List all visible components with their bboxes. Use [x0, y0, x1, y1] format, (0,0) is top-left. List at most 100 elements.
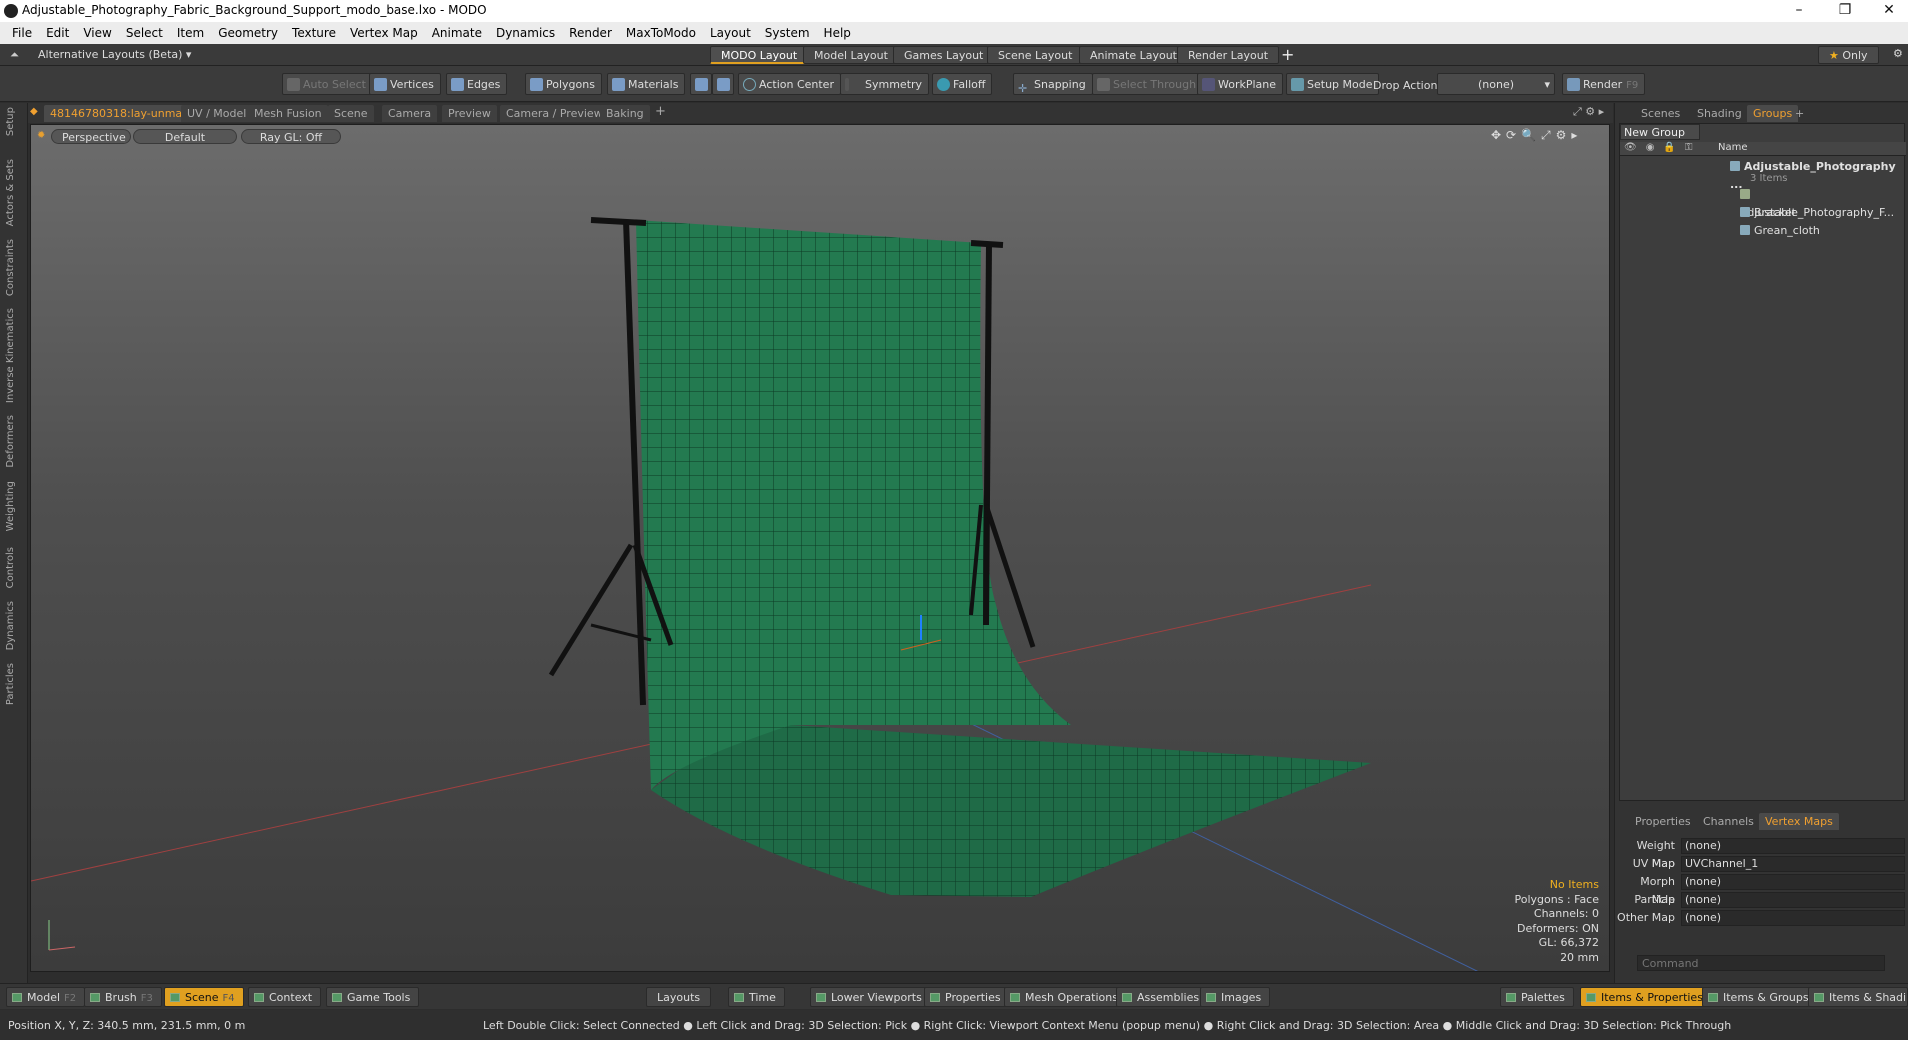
workplane-button[interactable]: WorkPlane	[1197, 73, 1284, 95]
menu-help[interactable]: Help	[817, 22, 858, 44]
maximize-viewport-icon[interactable]: ⤢ ⚙ ▸	[1573, 105, 1604, 119]
add-layout-icon[interactable]: +	[1281, 45, 1294, 64]
side-tab-actors-sets[interactable]: Actors & Sets	[5, 159, 16, 226]
auto-select-button[interactable]: Auto Select	[282, 73, 373, 95]
select-through-button[interactable]: Select Through	[1092, 73, 1204, 95]
side-tab-constraints[interactable]: Constraints	[5, 239, 16, 296]
snapping-button[interactable]: ✛ Snapping	[1013, 73, 1093, 95]
menu-system[interactable]: System	[758, 22, 817, 44]
prop-value-select[interactable]: (none)	[1681, 874, 1905, 890]
tab-scene[interactable]: Scene	[328, 105, 374, 122]
menu-view[interactable]: View	[76, 22, 118, 44]
tab-vertex-maps[interactable]: Vertex Maps	[1759, 813, 1839, 830]
scene-button[interactable]: Scene F4	[164, 987, 244, 1007]
tab-channels[interactable]: Channels	[1697, 813, 1760, 830]
tree-item-locator[interactable]: Adjustable_Photography_F...	[1620, 186, 1906, 219]
minimize-button[interactable]: –	[1776, 0, 1822, 22]
side-tab-particles[interactable]: Particles	[5, 663, 16, 705]
side-tab-setup[interactable]: Setup	[5, 107, 16, 136]
side-tab-controls[interactable]: Controls	[5, 547, 16, 588]
context-button[interactable]: Context	[248, 987, 322, 1007]
tab-preview[interactable]: Preview	[442, 105, 497, 122]
brush-button[interactable]: Brush F3	[84, 987, 162, 1007]
restore-button[interactable]: ❐	[1822, 0, 1868, 22]
vertices-button[interactable]: Vertices	[369, 73, 441, 95]
game-tools-button[interactable]: Game Tools	[326, 987, 420, 1007]
menu-item[interactable]: Item	[170, 22, 211, 44]
tab-model-layout[interactable]: Model Layout	[803, 46, 899, 64]
side-tab-deformers[interactable]: Deformers	[5, 415, 16, 468]
tab-render-layout[interactable]: Render Layout	[1177, 46, 1280, 64]
tab-camera-preview[interactable]: Camera / Preview	[500, 105, 609, 122]
action-center-button[interactable]: Action Center	[738, 73, 841, 95]
side-tab-dynamics[interactable]: Dynamics	[5, 601, 16, 650]
side-tab-weighting[interactable]: Weighting	[5, 481, 16, 531]
palettes-button[interactable]: Palettes	[1500, 987, 1574, 1007]
add-tab-icon[interactable]: +	[655, 104, 666, 119]
menu-geometry[interactable]: Geometry	[211, 22, 285, 44]
menu-animate[interactable]: Animate	[425, 22, 489, 44]
falloff-button[interactable]: Falloff	[932, 73, 993, 95]
command-input[interactable]	[1637, 955, 1885, 971]
tab-games-layout[interactable]: Games Layout	[893, 46, 995, 64]
select-mode-button-1[interactable]	[690, 73, 712, 95]
assemblies-button[interactable]: Assemblies	[1116, 987, 1209, 1007]
tab-modo-layout[interactable]: MODO Layout	[710, 46, 809, 64]
tab-lay-unmax[interactable]: 48146780318:lay-unmax	[44, 105, 195, 122]
close-button[interactable]: ✕	[1866, 0, 1908, 22]
time-button[interactable]: Time	[728, 987, 785, 1007]
only-button[interactable]: ★ Only	[1818, 46, 1879, 64]
tab-uv-model[interactable]: UV / Model	[181, 105, 253, 122]
prop-value-select[interactable]: UVChannel_1	[1681, 856, 1905, 872]
tab-scene-layout[interactable]: Scene Layout	[987, 46, 1084, 64]
images-button[interactable]: Images	[1200, 987, 1271, 1007]
prop-value-select[interactable]: (none)	[1681, 910, 1905, 926]
prop-value-select[interactable]: (none)	[1681, 838, 1905, 854]
model-label: Model	[27, 991, 61, 1004]
menu-file[interactable]: File	[5, 22, 39, 44]
settings-gear-icon[interactable]: ⚙	[1893, 47, 1903, 60]
menu-texture[interactable]: Texture	[285, 22, 343, 44]
menu-edit[interactable]: Edit	[39, 22, 76, 44]
items-groups-button[interactable]: Items & Groups	[1702, 987, 1818, 1007]
tab-shading[interactable]: Shading	[1691, 105, 1748, 122]
menu-maxtomodo[interactable]: MaxToModo	[619, 22, 703, 44]
render-button[interactable]: Render F9	[1562, 73, 1646, 95]
tab-scenes[interactable]: Scenes	[1635, 105, 1686, 122]
tree-item-bracket[interactable]: Bracket	[1620, 204, 1906, 222]
model-button[interactable]: Model F2	[6, 987, 86, 1007]
drop-action-select[interactable]: (none) ▾	[1437, 73, 1555, 95]
menu-render[interactable]: Render	[562, 22, 619, 44]
mesh-operations-button[interactable]: Mesh Operations	[1004, 987, 1127, 1007]
tab-camera[interactable]: Camera	[382, 105, 438, 122]
tab-properties[interactable]: Properties	[1629, 813, 1697, 830]
tab-mesh-fusion[interactable]: Mesh Fusion	[248, 105, 328, 122]
properties-button[interactable]: Properties	[924, 987, 1010, 1007]
layout-dropdown[interactable]: Alternative Layouts (Beta) ▾	[38, 48, 191, 61]
tree-item-cloth[interactable]: Grean_cloth	[1620, 222, 1906, 240]
select-mode-button-2[interactable]	[712, 73, 734, 95]
layouts-button[interactable]: Layouts	[646, 987, 712, 1007]
prop-value-select[interactable]: (none)	[1681, 892, 1905, 908]
items-shading-button[interactable]: Items & Shading	[1808, 987, 1908, 1007]
materials-button[interactable]: Materials	[607, 73, 686, 95]
name-column-header[interactable]: Name	[1718, 142, 1748, 153]
side-tab-inverse-kinematics[interactable]: Inverse Kinematics	[5, 308, 16, 403]
menu-layout[interactable]: Layout	[703, 22, 758, 44]
setup-mode-button[interactable]: Setup Mode	[1286, 73, 1380, 95]
new-group-button[interactable]: New Group	[1620, 124, 1700, 140]
edges-button[interactable]: Edges	[446, 73, 508, 95]
collapse-icon[interactable]: ⏶	[10, 48, 19, 62]
lock-icon[interactable]: ◆	[30, 106, 38, 117]
items-properties-button[interactable]: Items & Properties	[1580, 987, 1712, 1007]
menu-dynamics[interactable]: Dynamics	[489, 22, 562, 44]
symmetry-button[interactable]: Symmetry	[840, 73, 930, 95]
lower-viewports-button[interactable]: Lower Viewports	[810, 987, 931, 1007]
menu-vertex-map[interactable]: Vertex Map	[343, 22, 425, 44]
polygons-button[interactable]: Polygons	[525, 73, 602, 95]
tab-animate-layout[interactable]: Animate Layout	[1079, 46, 1188, 64]
3d-viewport[interactable]: ✹ Perspective Default Ray GL: Off ✥⟳🔍⤢⚙▸	[30, 124, 1610, 972]
add-panel-tab-icon[interactable]: +	[1789, 105, 1810, 122]
menu-select[interactable]: Select	[119, 22, 170, 44]
tab-baking[interactable]: Baking	[600, 105, 650, 122]
